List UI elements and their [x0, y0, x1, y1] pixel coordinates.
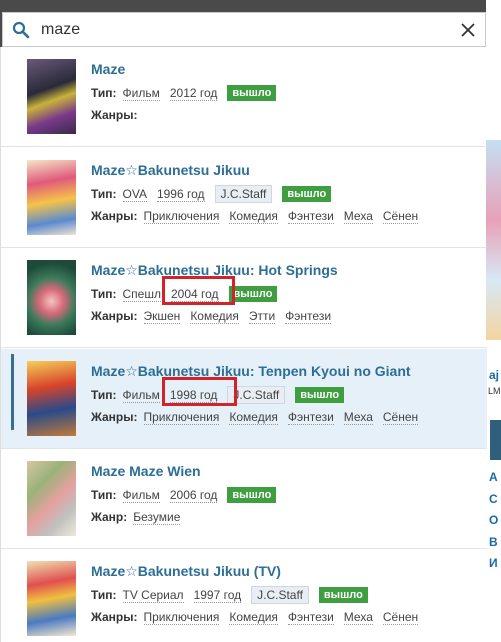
background-link[interactable]: А — [489, 470, 498, 484]
year-value[interactable]: 2012 год — [169, 86, 218, 101]
status-badge: вышло — [318, 587, 368, 603]
genre-link[interactable]: Комедия — [190, 309, 239, 324]
result-poster — [27, 561, 76, 636]
result-genres: Жанры: Экшен Комедия Этти Фэнтези — [91, 306, 341, 326]
result-title[interactable]: Maze — [91, 61, 125, 77]
genre-link[interactable]: Меха — [343, 610, 373, 625]
genre-link[interactable]: Комедия — [229, 209, 278, 224]
result-poster — [27, 160, 76, 235]
genres-label: Жанр: — [91, 510, 128, 524]
genre-link[interactable]: Фэнтези — [287, 209, 334, 224]
search-results-list: Maze Тип: Фильм 2012 год вышло Жанры: Ma… — [0, 47, 487, 642]
genre-link[interactable]: Экшен — [143, 309, 181, 324]
search-result-item[interactable]: Maze☆Bakunetsu Jikuu Тип: OVA 1996 год J… — [1, 148, 487, 248]
genres-label: Жанры: — [91, 108, 138, 122]
genre-link[interactable]: Комедия — [229, 410, 278, 425]
genre-link[interactable]: Фэнтези — [285, 309, 332, 324]
genre-link[interactable]: Меха — [343, 410, 373, 425]
result-genres: Жанры: Приключения Комедия Фэнтези Меха … — [91, 607, 428, 627]
result-genres: Жанры: Приключения Комедия Фэнтези Меха … — [91, 206, 428, 226]
result-title[interactable]: Maze☆Bakunetsu Jikuu: Tenpen Kyoui no Gi… — [91, 363, 411, 380]
type-value[interactable]: Фильм — [122, 488, 160, 503]
studio-badge[interactable]: J.C.Staff — [251, 586, 309, 604]
genre-link[interactable]: Приключения — [143, 410, 220, 425]
genre-link[interactable]: Меха — [343, 209, 373, 224]
type-value[interactable]: Спешл — [122, 287, 161, 302]
close-icon[interactable] — [451, 13, 485, 47]
search-result-item[interactable]: Maze Тип: Фильм 2012 год вышло Жанры: — [1, 47, 487, 147]
result-title[interactable]: Maze☆Bakunetsu Jikuu — [91, 162, 250, 179]
result-genres: Жанры: — [91, 105, 144, 125]
result-genres: Жанр: Безумие — [91, 507, 190, 527]
search-result-item-active[interactable]: Maze☆Bakunetsu Jikuu: Tenpen Kyoui no Gi… — [1, 349, 487, 449]
result-genres: Жанры: Приключения Комедия Фэнтези Меха … — [91, 407, 428, 427]
background-link[interactable]: С — [489, 492, 498, 506]
status-badge: вышло — [228, 286, 278, 302]
year-value[interactable]: 1996 год — [156, 187, 205, 202]
type-label: Тип: — [91, 187, 117, 201]
result-poster — [27, 461, 76, 536]
background-link[interactable]: О — [489, 513, 498, 527]
search-bar — [2, 12, 486, 47]
genre-link[interactable]: Приключения — [143, 610, 220, 625]
background-image — [490, 420, 501, 460]
genre-link[interactable]: Комедия — [229, 610, 278, 625]
result-poster — [27, 260, 76, 335]
search-input[interactable] — [39, 14, 451, 45]
result-meta: Тип: OVA 1996 год J.C.Staff вышло — [91, 184, 341, 204]
genre-link[interactable]: Сёнен — [382, 209, 419, 224]
genres-label: Жанры: — [91, 209, 138, 223]
year-value[interactable]: 2006 год — [169, 488, 218, 503]
result-poster — [27, 59, 76, 134]
background-link[interactable]: В — [489, 535, 498, 549]
status-badge: вышло — [227, 85, 277, 101]
genre-link[interactable]: Фэнтези — [287, 410, 334, 425]
type-value[interactable]: Фильм — [122, 388, 160, 403]
year-value[interactable]: 1997 год — [193, 588, 242, 603]
genre-link[interactable]: Безумие — [133, 510, 181, 525]
genre-link[interactable]: Приключения — [143, 209, 220, 224]
genre-link[interactable]: Фэнтези — [287, 610, 334, 625]
genres-label: Жанры: — [91, 410, 138, 424]
type-value[interactable]: TV Сериал — [122, 588, 184, 603]
type-value[interactable]: Фильм — [122, 86, 160, 101]
type-label: Тип: — [91, 388, 117, 402]
genre-link[interactable]: Сёнен — [382, 410, 419, 425]
highlight-box — [162, 377, 237, 406]
type-label: Тип: — [91, 287, 117, 301]
background-text: LM — [488, 386, 501, 396]
result-meta: Тип: TV Сериал 1997 год J.C.Staff вышло — [91, 585, 378, 605]
genres-label: Жанры: — [91, 309, 138, 323]
type-label: Тип: — [91, 86, 117, 100]
result-title[interactable]: Maze☆Bakunetsu Jikuu (TV) — [91, 563, 281, 580]
background-page: aj LM А С О В И — [486, 0, 501, 642]
search-result-item[interactable]: Maze Maze Wien Тип: Фильм 2006 год вышло… — [1, 449, 487, 549]
type-label: Тип: — [91, 488, 117, 502]
genre-link[interactable]: Сёнен — [382, 610, 419, 625]
background-banner-image — [486, 140, 501, 340]
search-result-item[interactable]: Maze☆Bakunetsu Jikuu: Hot Springs Тип: С… — [1, 248, 487, 348]
genre-link[interactable]: Этти — [248, 309, 276, 324]
status-badge: вышло — [282, 186, 332, 202]
type-label: Тип: — [91, 588, 117, 602]
result-title[interactable]: Maze Maze Wien — [91, 463, 201, 479]
status-badge: вышло — [295, 387, 345, 403]
highlight-box — [162, 276, 235, 305]
status-badge: вышло — [227, 487, 277, 503]
genres-label: Жанры: — [91, 610, 138, 624]
search-icon — [3, 13, 39, 47]
search-result-item[interactable]: Maze☆Bakunetsu Jikuu (TV) Тип: TV Сериал… — [1, 549, 487, 642]
result-poster — [27, 361, 76, 436]
type-value[interactable]: OVA — [122, 187, 147, 202]
background-link[interactable]: И — [489, 556, 498, 570]
result-meta: Тип: Фильм 2006 год вышло — [91, 485, 286, 505]
studio-badge[interactable]: J.C.Staff — [214, 185, 273, 203]
background-text: aj — [489, 368, 500, 382]
result-meta: Тип: Фильм 2012 год вышло — [91, 83, 286, 103]
